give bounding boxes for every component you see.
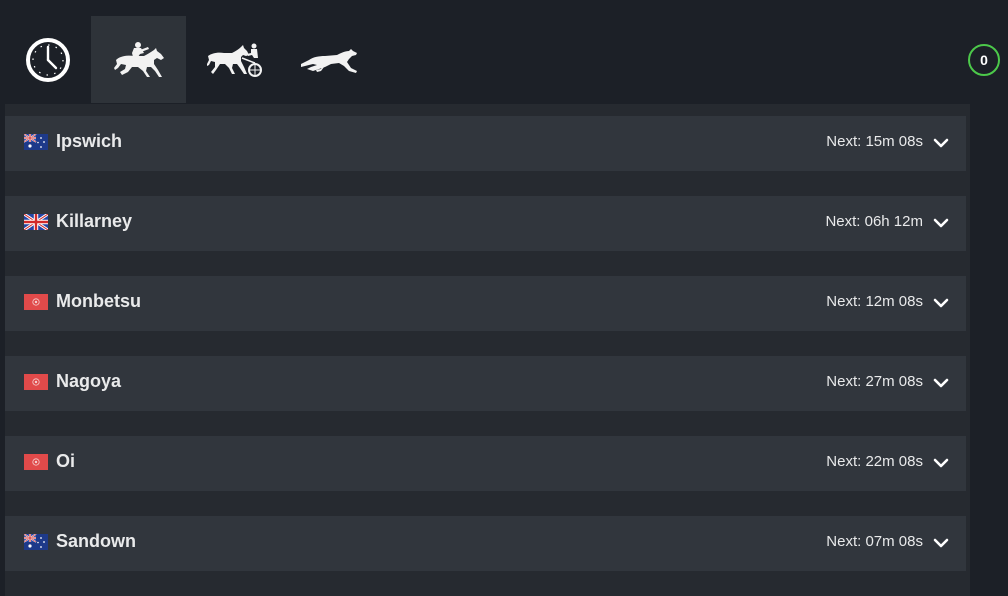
next-race-time: Next: 06h 12m [825,213,923,230]
next-race-time: Next: 12m 08s [826,293,923,310]
chevron-down-icon[interactable] [933,535,949,551]
japan-flag-icon [24,454,48,470]
next-race-time: Next: 07m 08s [826,533,923,550]
greyhound-icon [300,48,357,73]
meeting-row-monbetsu[interactable]: Monbetsu Next: 12m 08s [5,276,966,331]
meeting-row-nagoya[interactable]: Nagoya Next: 27m 08s [5,356,966,411]
clock-icon [25,37,70,82]
meeting-row-oi[interactable]: Oi Next: 22m 08s [5,436,966,491]
meetings-list: Ipswich Next: 15m 08s Killarney Next: 06… [5,104,970,596]
australia-flag-icon [24,134,48,150]
japan-flag-icon [24,374,48,390]
next-race-time: Next: 27m 08s [826,373,923,390]
chevron-down-icon[interactable] [933,215,949,231]
meeting-name: Killarney [56,211,133,231]
meeting-name: Nagoya [56,371,122,391]
race-type-bar: 0 [0,0,1008,104]
next-race-time: Next: 15m 08s [826,133,923,150]
tab-greyhound-racing[interactable] [281,16,376,103]
meeting-name: Ipswich [56,131,123,151]
tab-next-to-go[interactable] [0,16,95,103]
chevron-down-icon[interactable] [933,135,949,151]
racing-app: 0 Ipswich Next: 15m 08s Killarney Next: … [0,0,1008,596]
chevron-down-icon[interactable] [933,295,949,311]
bet-count-badge[interactable]: 0 [968,44,1000,76]
tab-harness-racing[interactable] [186,16,281,103]
meeting-name: Monbetsu [56,291,141,311]
horse-jockey-icon [113,41,164,77]
harness-sulky-icon [206,43,262,77]
tab-horse-racing[interactable] [91,16,186,103]
australia-flag-icon [24,534,48,550]
meeting-name: Oi [56,451,76,471]
meeting-row-killarney[interactable]: Killarney Next: 06h 12m [5,196,966,251]
japan-flag-icon [24,294,48,310]
meeting-name: Sandown [56,531,136,551]
chevron-down-icon[interactable] [933,375,949,391]
meeting-row-ipswich[interactable]: Ipswich Next: 15m 08s [5,116,966,171]
chevron-down-icon[interactable] [933,455,949,471]
meeting-row-sandown[interactable]: Sandown Next: 07m 08s [5,516,966,571]
next-race-time: Next: 22m 08s [826,453,923,470]
uk-flag-icon [24,214,48,230]
